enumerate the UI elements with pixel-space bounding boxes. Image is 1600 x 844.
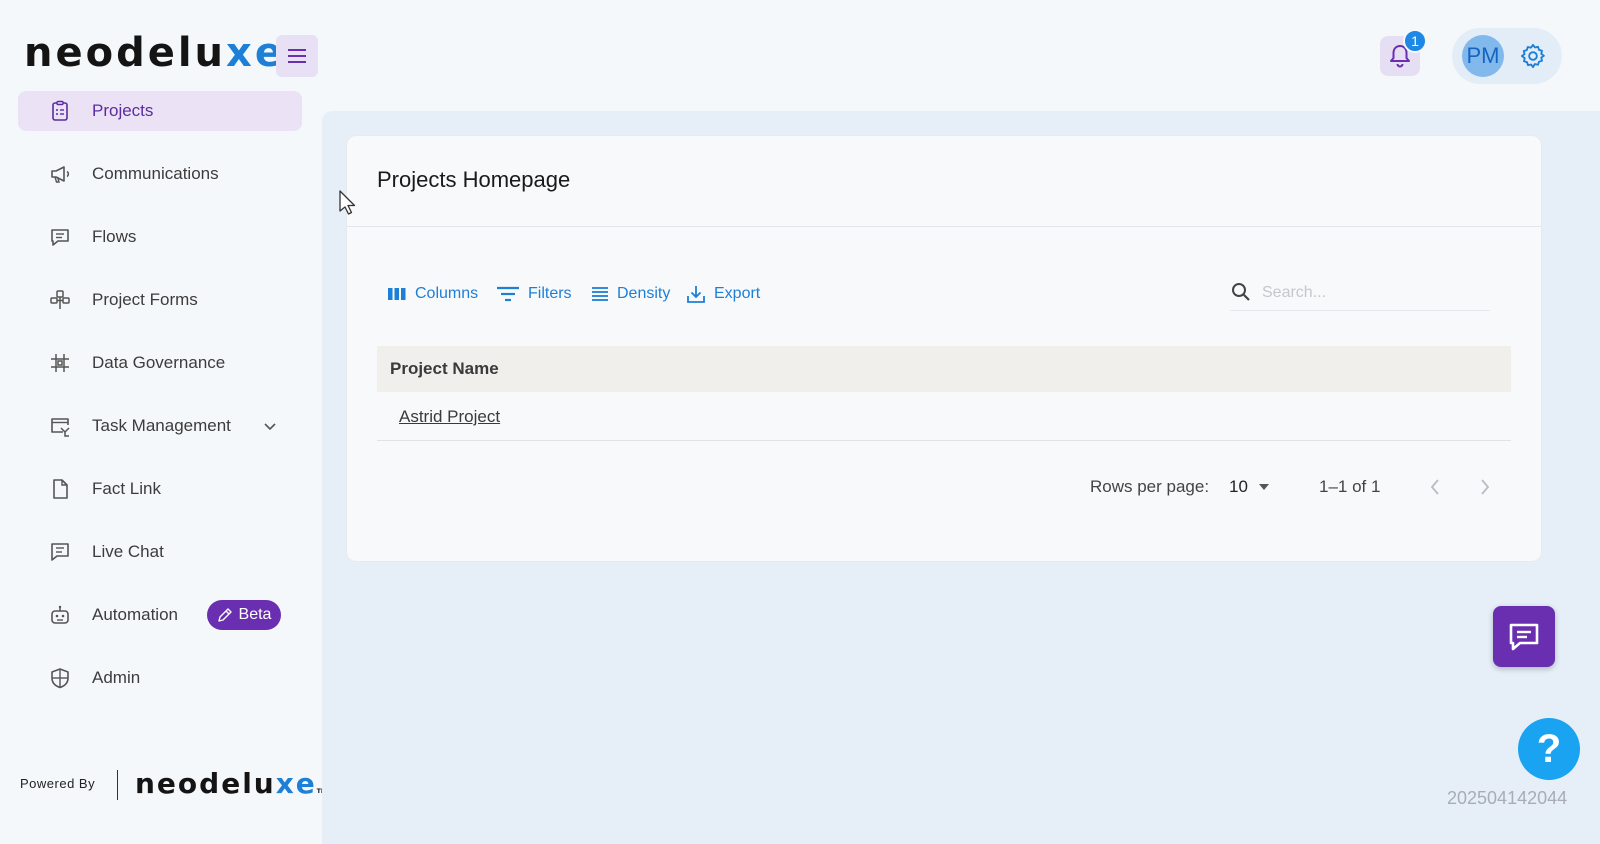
project-link[interactable]: Astrid Project — [399, 407, 500, 427]
column-header-project-name[interactable]: Project Name — [390, 359, 499, 379]
download-icon — [687, 286, 705, 303]
sidebar-item-label: Projects — [92, 101, 154, 120]
sidebar-item-label: Task Management — [92, 416, 231, 435]
chevron-down-icon[interactable] — [262, 418, 278, 434]
sidebar-item-live-chat[interactable]: Live Chat — [18, 532, 302, 572]
task-window-icon — [48, 414, 72, 438]
sidebar-item-label: Live Chat — [92, 542, 164, 561]
clipboard-icon — [48, 99, 72, 123]
sidebar-item-label: Project Forms — [92, 290, 198, 309]
columns-button[interactable]: Columns — [387, 282, 478, 306]
sidebar-item-task-management[interactable]: Task Management — [18, 406, 302, 446]
sidebar-item-project-forms[interactable]: Project Forms — [18, 280, 302, 320]
menu-toggle-button[interactable] — [276, 35, 318, 77]
notification-count-badge: 1 — [1403, 29, 1427, 53]
powered-by-label: Powered By — [20, 776, 96, 791]
density-icon — [592, 287, 608, 301]
sidebar-item-label: Communications — [92, 164, 219, 183]
flow-nodes-icon — [48, 288, 72, 312]
rows-per-page-value: 10 — [1229, 477, 1248, 496]
pen-icon — [217, 608, 232, 622]
footer-logo: neodeluxeTM — [135, 767, 327, 800]
megaphone-icon — [48, 162, 72, 186]
export-label: Export — [714, 285, 761, 302]
footer-logo-main: neodelu — [135, 767, 276, 800]
pagination-range: 1–1 of 1 — [1319, 477, 1381, 496]
chat-button[interactable] — [1493, 606, 1555, 667]
chat-lines-icon — [48, 540, 72, 564]
sidebar-item-flows[interactable]: Flows — [18, 217, 302, 257]
avatar[interactable]: PM — [1462, 35, 1504, 77]
shield-icon — [48, 666, 72, 690]
beta-badge-label: Beta — [238, 606, 272, 623]
page-title: Projects Homepage — [377, 167, 571, 192]
logo-text-main: neodelu — [24, 30, 227, 76]
sidebar-item-projects[interactable]: Projects — [18, 91, 302, 131]
export-button[interactable]: Export — [686, 282, 760, 306]
sidebar-item-automation[interactable]: Automation Beta — [18, 595, 302, 635]
help-button[interactable]: ? — [1518, 718, 1580, 780]
message-square-icon — [48, 225, 72, 249]
rows-per-page-label: Rows per page: — [1090, 477, 1210, 496]
sidebar-item-label: Flows — [92, 227, 137, 246]
sidebar-item-fact-link[interactable]: Fact Link — [18, 469, 302, 509]
density-label: Density — [617, 285, 671, 302]
next-page-button[interactable] — [1474, 476, 1496, 498]
previous-page-button[interactable] — [1424, 476, 1446, 498]
table-row: Astrid Project — [377, 392, 1511, 441]
hamburger-icon — [288, 49, 306, 63]
card-divider — [347, 226, 1541, 227]
filters-label: Filters — [528, 285, 572, 302]
sidebar-item-label: Fact Link — [92, 479, 161, 498]
chevron-right-icon — [1481, 479, 1490, 495]
search-box — [1230, 278, 1490, 311]
sidebar-item-label: Data Governance — [92, 353, 226, 372]
sidebar-item-admin[interactable]: Admin — [18, 658, 302, 698]
sidebar-item-label: Automation — [92, 605, 178, 624]
caret-down-icon — [1258, 484, 1269, 490]
columns-label: Columns — [415, 285, 479, 302]
columns-icon — [388, 288, 406, 300]
app-logo[interactable]: neodeluxeTM — [24, 30, 298, 76]
rows-per-page-select[interactable]: 10 — [1229, 475, 1273, 499]
grid-hash-icon — [48, 351, 72, 375]
robot-icon — [48, 603, 72, 627]
beta-badge: Beta — [207, 600, 281, 630]
sidebar-item-communications[interactable]: Communications — [18, 154, 302, 194]
document-icon — [48, 477, 72, 501]
settings-button[interactable] — [1517, 40, 1549, 72]
question-mark-icon: ? — [1536, 726, 1562, 771]
table-header: Project Name — [377, 346, 1511, 392]
build-id: 202504142044 — [1447, 788, 1568, 808]
chevron-left-icon — [1430, 479, 1439, 495]
gear-icon — [1520, 43, 1545, 69]
search-input[interactable] — [1260, 280, 1484, 306]
sidebar-item-label: Admin — [92, 668, 141, 687]
sidebar-item-data-governance[interactable]: Data Governance — [18, 343, 302, 383]
search-icon — [1232, 283, 1250, 301]
chat-icon — [1509, 623, 1539, 650]
filters-button[interactable]: Filters — [496, 282, 572, 306]
density-button[interactable]: Density — [591, 282, 670, 306]
footer-divider — [117, 770, 118, 800]
filter-icon — [497, 286, 519, 302]
footer-logo-accent: xe — [275, 767, 317, 800]
mouse-cursor-icon — [339, 190, 356, 215]
